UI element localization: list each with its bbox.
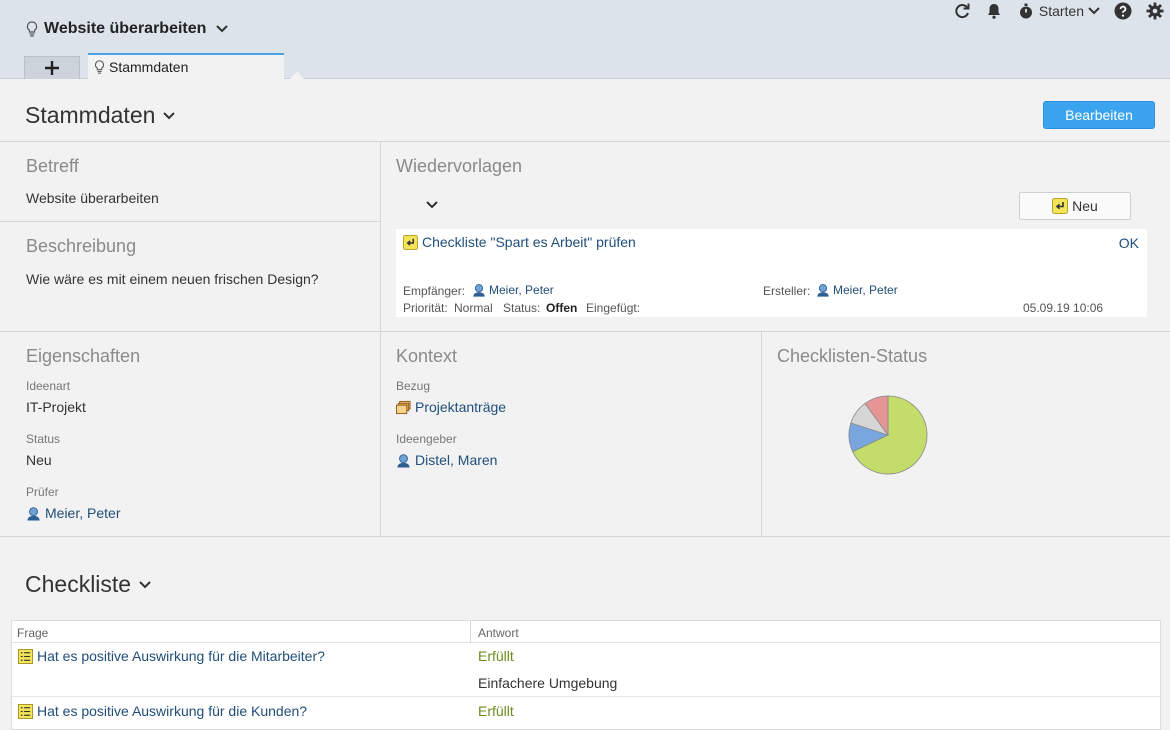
ideengeber-link[interactable]: Distel, Maren <box>396 452 497 468</box>
bezug-label: Bezug <box>396 379 431 393</box>
tab-label: Stammdaten <box>109 59 189 75</box>
creator-name: Meier, Peter <box>833 283 898 297</box>
answer-status: Erfüllt <box>478 703 514 719</box>
pruefer-name: Meier, Peter <box>45 505 121 521</box>
refresh-icon[interactable] <box>953 2 971 20</box>
divider <box>0 536 1170 537</box>
status-label: Status: <box>503 301 541 315</box>
lightbulb-icon <box>95 60 104 74</box>
divider <box>0 221 380 222</box>
ideenart-label: Ideenart <box>26 379 71 393</box>
checklist-status-title: Checklisten-Status <box>777 346 928 366</box>
reminder-icon <box>403 234 418 250</box>
chevron-down-icon <box>216 25 229 33</box>
chevron-down-icon <box>139 580 151 588</box>
table-row-question-link[interactable]: Hat es positive Auswirkung für die Mitar… <box>18 648 325 664</box>
plus-icon <box>45 61 59 75</box>
checklist-title[interactable]: Checkliste <box>25 571 151 598</box>
betreff-value: Website überarbeiten <box>26 190 159 206</box>
app-title[interactable]: Website überarbeiten <box>26 20 229 38</box>
header-divider <box>12 642 1160 643</box>
app-title-text: Website überarbeiten <box>44 20 207 37</box>
tab-stammdaten[interactable]: Stammdaten <box>88 53 284 79</box>
ideengeber-name: Distel, Maren <box>415 452 498 468</box>
user-icon <box>27 506 40 521</box>
answer-note: Einfachere Umgebung <box>478 675 618 691</box>
new-reminder-label: Neu <box>1072 198 1098 214</box>
eigenschaften-title: Eigenschaften <box>26 346 141 366</box>
top-bar: Website überarbeiten Starten Stammdaten <box>0 0 1170 79</box>
ideenart-value: IT-Projekt <box>26 399 86 415</box>
column-header-question: Frage <box>17 626 49 640</box>
stopwatch-icon <box>1019 3 1032 19</box>
ideengeber-label: Ideengeber <box>396 432 457 446</box>
row-divider <box>12 696 1160 697</box>
creator-link[interactable]: Meier, Peter <box>816 283 898 297</box>
add-tab-button[interactable] <box>24 56 80 79</box>
divider <box>0 141 1170 142</box>
reminder-card: Checkliste "Spart es Arbeit" prüfen OK E… <box>396 229 1147 317</box>
answer-status: Erfüllt <box>478 648 514 664</box>
reminder-task-text: Checkliste "Spart es Arbeit" prüfen <box>422 234 636 250</box>
status-value: Neu <box>26 452 52 468</box>
recipient-link[interactable]: Meier, Peter <box>472 283 554 297</box>
checklist-title-text: Checkliste <box>25 571 132 597</box>
bezug-value: Projektanträge <box>415 399 507 415</box>
top-actions: Starten <box>953 2 1164 20</box>
reminder-icon <box>1052 198 1069 214</box>
divider <box>380 141 381 536</box>
starten-label: Starten <box>1038 3 1084 19</box>
checklist-icon <box>18 703 33 719</box>
priority-label: Priorität: <box>403 301 448 315</box>
status-label: Status <box>26 432 61 446</box>
wiedervorlagen-title: Wiedervorlagen <box>396 156 523 176</box>
beschreibung-value: Wie wäre es mit einem neuen frischen Des… <box>26 271 319 287</box>
betreff-title: Betreff <box>26 156 79 176</box>
gear-icon[interactable] <box>1146 2 1164 20</box>
reminder-task-link[interactable]: Checkliste "Spart es Arbeit" prüfen <box>403 234 636 250</box>
checklist-status-pie-chart <box>848 395 928 475</box>
checklist-icon <box>18 648 33 664</box>
edit-button[interactable]: Bearbeiten <box>1043 101 1155 129</box>
bezug-link[interactable]: Projektanträge <box>396 399 506 415</box>
bell-icon[interactable] <box>985 2 1003 20</box>
priority-value: Normal <box>454 301 493 315</box>
recipient-label: Empfänger: <box>403 284 466 298</box>
kontext-title: Kontext <box>396 346 458 366</box>
creator-label: Ersteller: <box>763 284 811 298</box>
chevron-down-icon[interactable] <box>425 199 439 211</box>
tab-notch <box>290 71 304 79</box>
ok-link[interactable]: OK <box>1119 235 1139 251</box>
inserted-value: 05.09.19 10:06 <box>1023 301 1104 315</box>
user-icon <box>817 284 829 297</box>
pruefer-link[interactable]: Meier, Peter <box>26 505 120 521</box>
checklist-table: Frage Antwort Hat es positive Auswirkung… <box>11 620 1161 730</box>
divider <box>761 331 762 536</box>
recipient-name: Meier, Peter <box>489 283 554 297</box>
chevron-down-icon <box>163 111 176 119</box>
user-icon <box>397 453 410 468</box>
pruefer-label: Prüfer <box>26 485 59 499</box>
beschreibung-title: Beschreibung <box>26 236 137 256</box>
column-header-answer: Antwort <box>478 626 519 640</box>
question-text: Hat es positive Auswirkung für die Mitar… <box>37 648 325 664</box>
folder-stack-icon <box>396 400 411 414</box>
question-text: Hat es positive Auswirkung für die Kunde… <box>37 703 308 719</box>
column-divider <box>470 621 471 642</box>
chevron-down-icon <box>1088 7 1100 15</box>
status-value: Offen <box>546 301 578 315</box>
divider <box>0 331 1170 332</box>
page-title-text: Stammdaten <box>25 102 156 128</box>
page-title[interactable]: Stammdaten <box>25 102 176 129</box>
help-icon[interactable] <box>1114 2 1132 20</box>
lightbulb-icon <box>26 21 38 37</box>
new-reminder-button[interactable]: Neu <box>1019 192 1131 220</box>
user-icon <box>473 284 485 297</box>
inserted-label: Eingefügt: <box>586 301 641 315</box>
table-row-question-link[interactable]: Hat es positive Auswirkung für die Kunde… <box>18 703 307 719</box>
starten-menu[interactable]: Starten <box>1017 2 1100 20</box>
